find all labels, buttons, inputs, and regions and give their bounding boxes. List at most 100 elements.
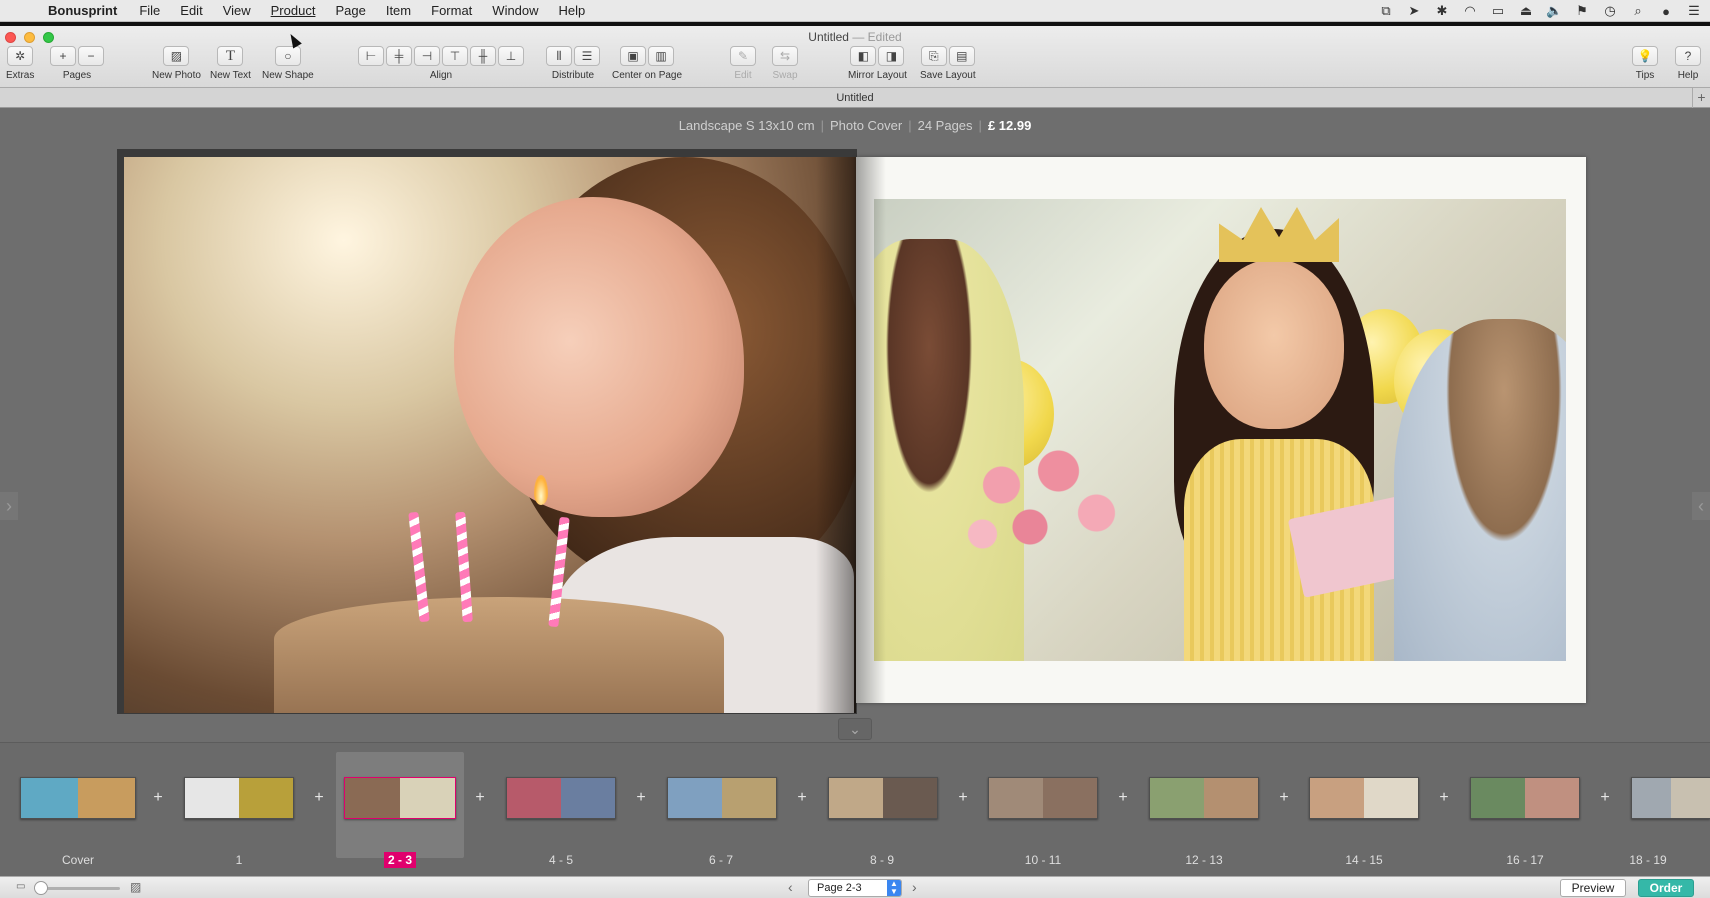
thumbnail-page[interactable] xyxy=(1470,777,1580,819)
document-tab[interactable]: Untitled + xyxy=(0,88,1710,108)
mirror-left-icon[interactable]: ◧ xyxy=(850,46,877,66)
distribute-horizontal-icon[interactable]: ⫴ xyxy=(546,46,572,66)
thumbnail-page[interactable] xyxy=(1309,777,1419,819)
align-right-icon[interactable]: ⊣ xyxy=(414,46,440,66)
extras-icon[interactable]: ✲ xyxy=(7,46,34,66)
thumbnail-page[interactable] xyxy=(667,777,777,819)
insert-pages-plus-icon[interactable]: + xyxy=(1437,789,1451,807)
next-page-icon[interactable]: › xyxy=(912,879,917,895)
insert-pages-plus-icon[interactable]: + xyxy=(1277,789,1291,807)
remove-page-icon[interactable]: − xyxy=(78,46,104,66)
airplay-icon[interactable]: ▭ xyxy=(1490,3,1506,19)
zoom-out-icon[interactable]: ▭ xyxy=(16,881,25,892)
thumbnail-page[interactable] xyxy=(828,777,938,819)
page-select[interactable]: Page 2-3 ▲ ▼ xyxy=(808,879,902,897)
spotlight-icon[interactable]: ⌕ xyxy=(1630,3,1646,19)
menu-product[interactable]: Product xyxy=(261,0,326,22)
insert-pages-plus-icon[interactable]: + xyxy=(795,789,809,807)
new-photo-tool[interactable]: ▨ New Photo xyxy=(152,46,201,81)
left-page-photo[interactable] xyxy=(124,157,856,713)
center-on-page-tool: ▣ ▥ Center on Page xyxy=(612,46,682,81)
thumbnail-half xyxy=(1471,778,1525,818)
mirror-right-icon[interactable]: ◨ xyxy=(878,46,905,66)
menu-file[interactable]: File xyxy=(129,0,170,22)
insert-pages-plus-icon[interactable]: + xyxy=(473,789,487,807)
thumbnail-page[interactable] xyxy=(184,777,294,819)
right-page-photo[interactable] xyxy=(874,199,1566,661)
thumbnail-page[interactable] xyxy=(344,777,456,819)
new-text-icon[interactable]: T xyxy=(217,46,244,66)
clock-icon[interactable]: ◷ xyxy=(1602,3,1618,19)
extras-tool[interactable]: ✲ Extras xyxy=(6,46,34,81)
collapse-strip-chevron-icon[interactable]: ⌄ xyxy=(838,718,872,740)
center-horizontal-icon[interactable]: ▣ xyxy=(620,46,647,66)
align-left-icon[interactable]: ⊢ xyxy=(358,46,384,66)
siri-icon[interactable]: ● xyxy=(1658,4,1674,19)
distribute-vertical-icon[interactable]: ☰ xyxy=(574,46,600,66)
center-vertical-icon[interactable]: ▥ xyxy=(648,46,675,66)
insert-pages-plus-icon[interactable]: + xyxy=(312,789,326,807)
next-spread-arrow-icon[interactable]: ‹ xyxy=(1692,492,1710,520)
align-bottom-icon[interactable]: ⊥ xyxy=(498,46,524,66)
screen-mirroring-icon[interactable]: ⧉ xyxy=(1378,3,1394,19)
layout-film-icon[interactable]: ▤ xyxy=(948,46,975,66)
eject-icon[interactable]: ⏏ xyxy=(1518,3,1534,19)
menu-item[interactable]: Item xyxy=(376,0,421,22)
menu-format[interactable]: Format xyxy=(421,0,482,22)
insert-pages-plus-icon[interactable]: + xyxy=(151,789,165,807)
thumbnail-page[interactable] xyxy=(988,777,1098,819)
edit-tool[interactable]: ✎ Edit xyxy=(730,46,756,81)
menu-view[interactable]: View xyxy=(213,0,261,22)
right-page[interactable] xyxy=(856,157,1586,703)
new-shape-tool[interactable]: ○ New Shape xyxy=(262,46,314,81)
thumbnail-cover[interactable] xyxy=(20,777,136,819)
wifi-icon[interactable]: ◠ xyxy=(1462,3,1478,19)
order-button[interactable]: Order xyxy=(1638,879,1694,897)
align-center-icon[interactable]: ╪ xyxy=(386,46,412,66)
swap-icon[interactable]: ⇆ xyxy=(772,46,798,66)
swap-tool[interactable]: ⇆ Swap xyxy=(772,46,798,81)
bluetooth-icon[interactable]: ✱ xyxy=(1434,3,1450,19)
save-layout-icon[interactable]: ⎘ xyxy=(920,46,947,66)
tips-tool[interactable]: 💡 Tips xyxy=(1632,46,1658,81)
new-tab-icon[interactable]: + xyxy=(1692,88,1710,108)
pencil-icon[interactable]: ✎ xyxy=(730,46,756,66)
help-icon[interactable]: ? xyxy=(1675,46,1701,66)
thumbnail-half xyxy=(1364,778,1418,818)
menu-edit[interactable]: Edit xyxy=(170,0,212,22)
insert-pages-plus-icon[interactable]: + xyxy=(1598,789,1612,807)
stepper-arrows-icon[interactable]: ▲ ▼ xyxy=(887,880,901,896)
thumbnail-page[interactable] xyxy=(506,777,616,819)
zoom-slider-knob[interactable] xyxy=(34,881,48,895)
new-text-tool[interactable]: T New Text xyxy=(210,46,251,81)
menu-page[interactable]: Page xyxy=(325,0,375,22)
lightbulb-icon[interactable]: 💡 xyxy=(1632,46,1658,66)
thumbnail-half xyxy=(722,778,776,818)
zoom-slider-track[interactable] xyxy=(40,887,120,890)
product-format: Landscape S 13x10 cm xyxy=(678,118,815,133)
thumbnail-page[interactable] xyxy=(1149,777,1259,819)
menu-app-name[interactable]: Bonusprint xyxy=(48,3,117,18)
insert-pages-plus-icon[interactable]: + xyxy=(1116,789,1130,807)
align-top-icon[interactable]: ⊤ xyxy=(442,46,468,66)
volume-icon[interactable]: 🔈 xyxy=(1546,3,1562,19)
align-middle-icon[interactable]: ╫ xyxy=(470,46,496,66)
add-page-icon[interactable]: + xyxy=(50,46,76,66)
help-tool[interactable]: ? Help xyxy=(1675,46,1701,81)
new-photo-icon[interactable]: ▨ xyxy=(163,46,190,66)
location-icon[interactable]: ➤ xyxy=(1406,3,1422,19)
notification-center-icon[interactable]: ☰ xyxy=(1686,3,1702,19)
input-flag-icon[interactable]: ⚑ xyxy=(1574,3,1590,19)
thumbnail-page[interactable] xyxy=(1631,777,1710,819)
menu-help[interactable]: Help xyxy=(549,0,596,22)
new-shape-icon[interactable]: ○ xyxy=(274,46,301,66)
insert-pages-plus-icon[interactable]: + xyxy=(634,789,648,807)
zoom-in-icon[interactable]: ▨ xyxy=(130,880,141,894)
thumbnail-half xyxy=(1525,778,1579,818)
preview-button[interactable]: Preview xyxy=(1560,879,1626,897)
photo-flowers xyxy=(954,429,1144,569)
menu-window[interactable]: Window xyxy=(482,0,548,22)
previous-spread-arrow-icon[interactable]: › xyxy=(0,492,18,520)
insert-pages-plus-icon[interactable]: + xyxy=(956,789,970,807)
previous-page-icon[interactable]: ‹ xyxy=(788,879,793,895)
